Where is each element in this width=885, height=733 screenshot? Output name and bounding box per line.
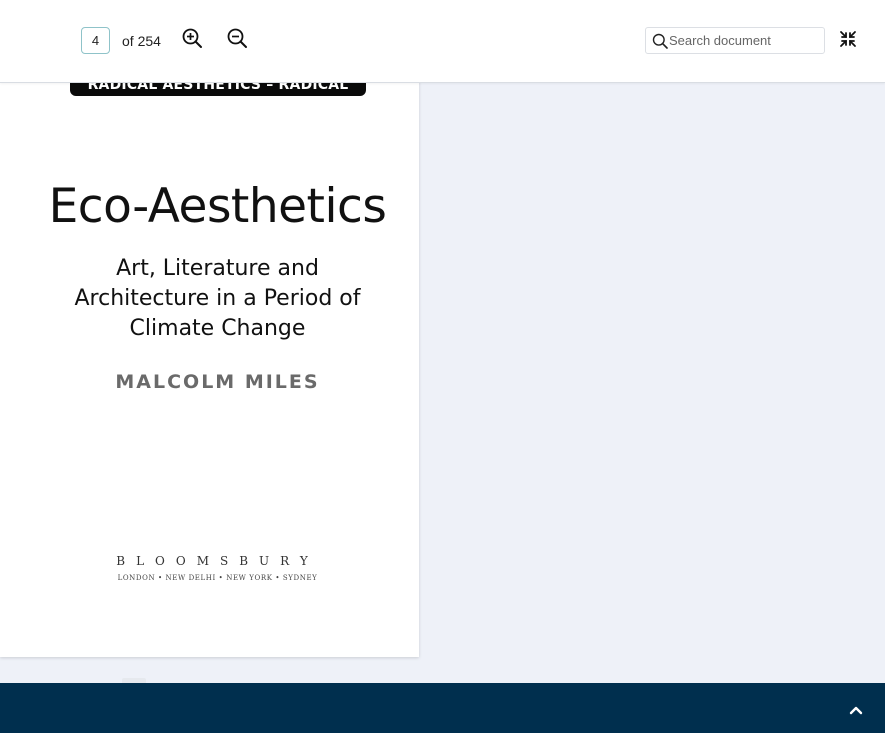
book-title: Eco-Aesthetics <box>48 179 387 234</box>
document-viewer: RADICAL AESTHETICS – RADICAL ART Eco-Aes… <box>0 0 885 683</box>
viewer-toolbar: of 254 <box>0 0 885 83</box>
book-subtitle: Art, Literature and Architecture in a Pe… <box>74 256 361 341</box>
page-number-input[interactable] <box>81 27 110 54</box>
zoom-out-button[interactable] <box>225 27 249 51</box>
zoom-in-button[interactable] <box>180 27 204 51</box>
chevron-up-icon <box>849 706 863 715</box>
footer-bar <box>0 683 885 733</box>
book-author: MALCOLM MILES <box>115 371 320 393</box>
search-input[interactable] <box>669 31 819 50</box>
search-box <box>645 27 825 54</box>
document-page: RADICAL AESTHETICS – RADICAL ART Eco-Aes… <box>0 58 419 657</box>
page-count-label: of 254 <box>122 33 161 49</box>
collapse-button[interactable] <box>838 29 858 49</box>
publisher-name: BLOOMSBURY <box>116 554 319 568</box>
zoom-in-icon <box>182 28 202 48</box>
publisher-cities: LONDON • NEW DELHI • NEW YORK • SYDNEY <box>117 574 318 582</box>
collapse-icon <box>840 31 856 47</box>
scroll-top-button[interactable] <box>846 702 866 718</box>
search-icon <box>652 33 668 49</box>
zoom-out-icon <box>227 28 247 48</box>
